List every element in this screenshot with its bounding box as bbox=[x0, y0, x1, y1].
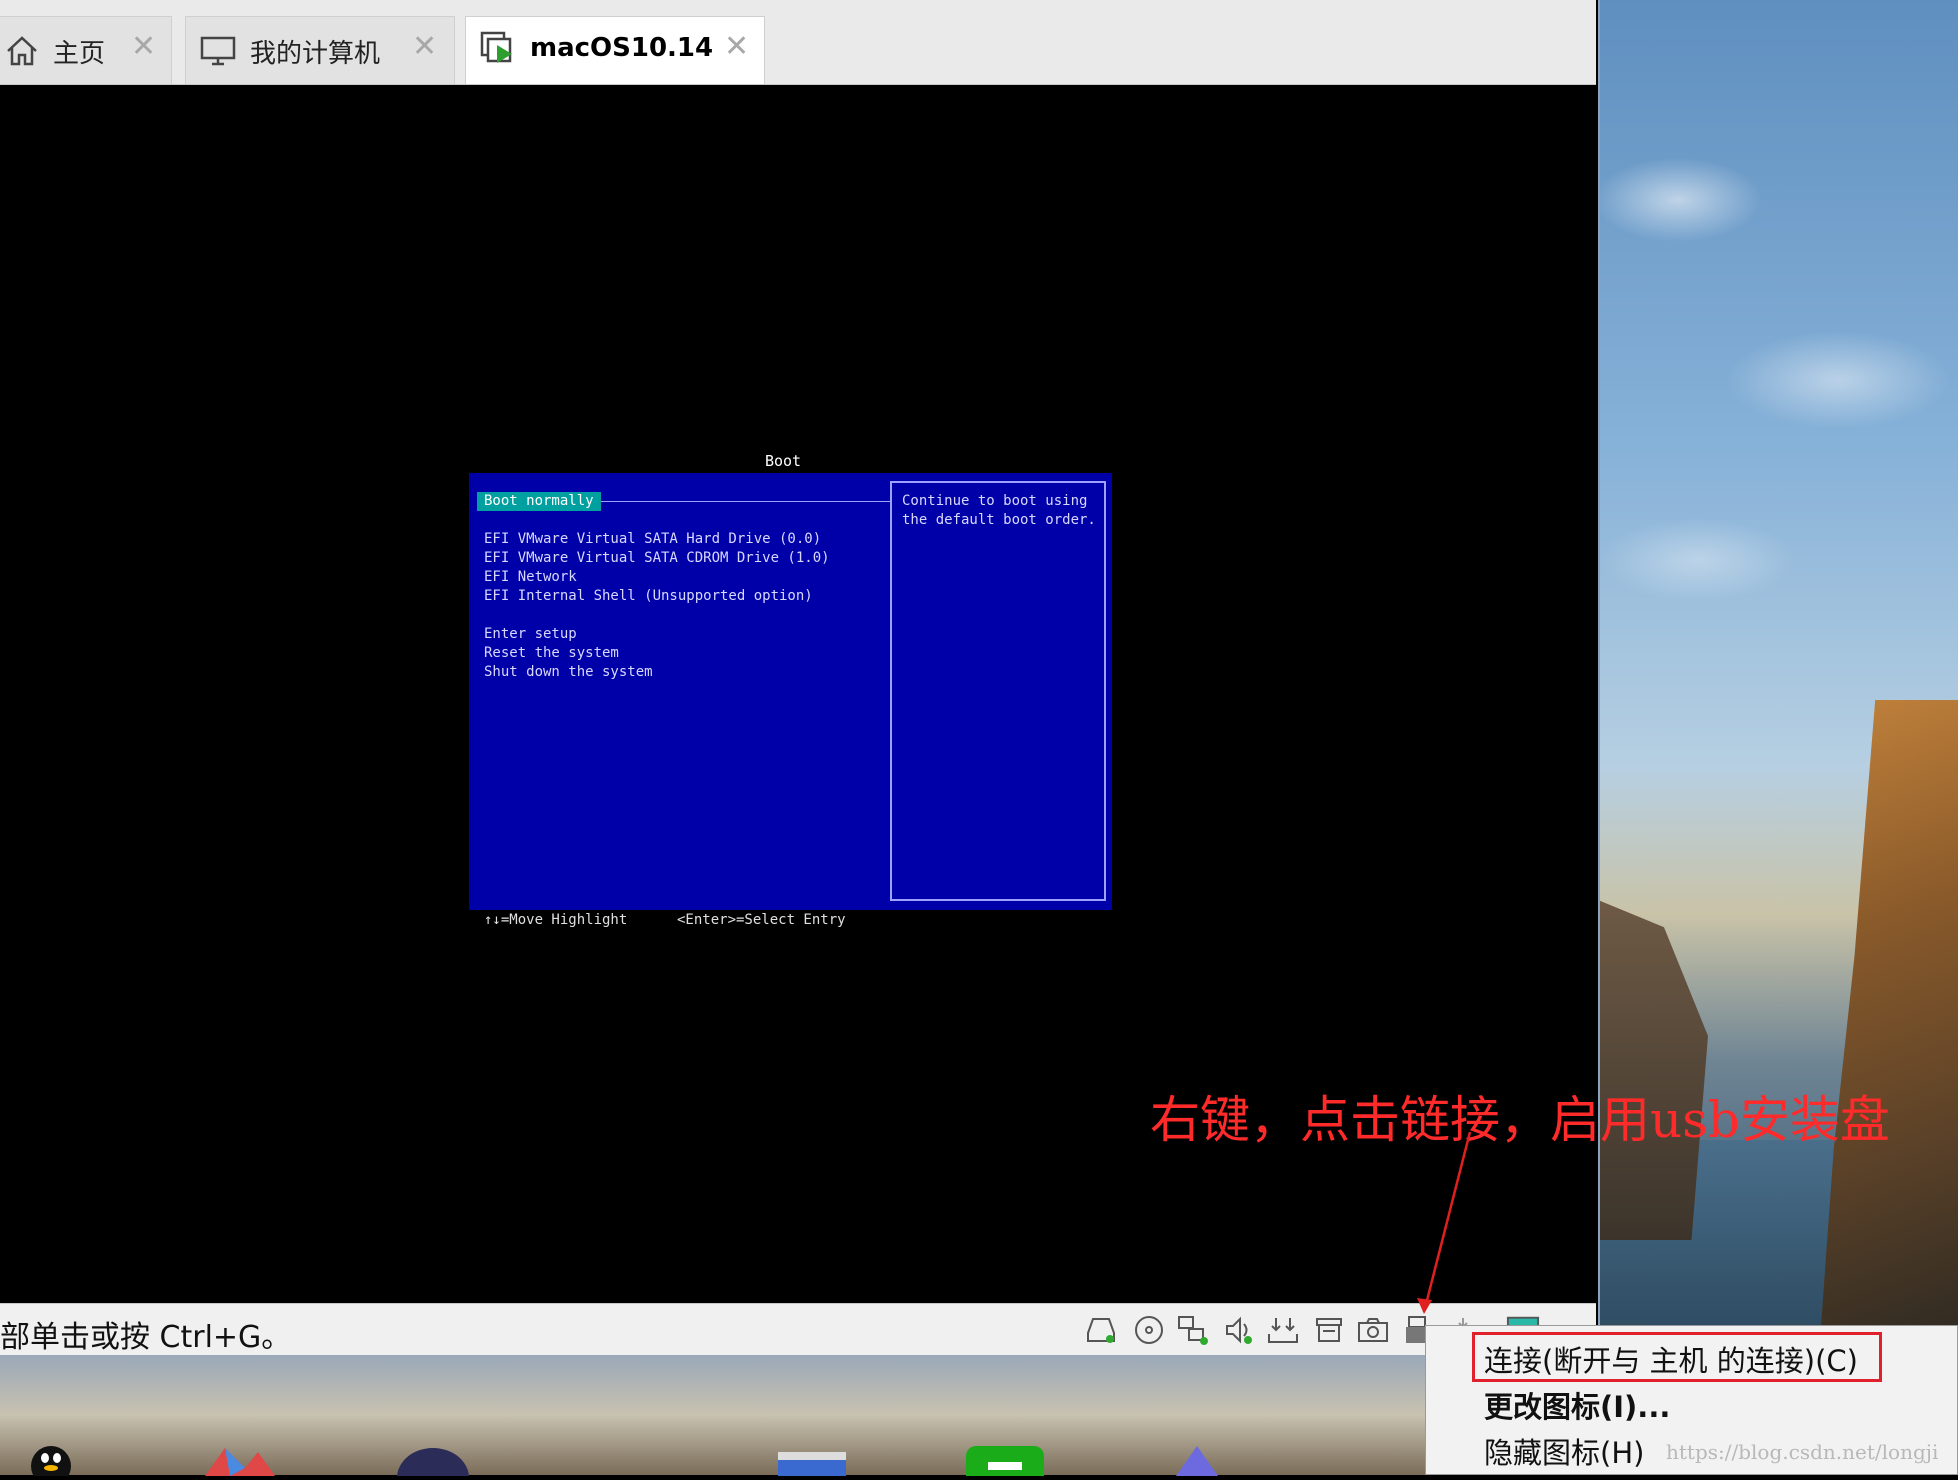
watermark: https://blog.csdn.net/longji bbox=[1666, 1440, 1939, 1464]
menu-item-hide-icon[interactable]: 隐藏图标(H) bbox=[1484, 1430, 1644, 1472]
menu-item-change-icon[interactable]: 更改图标(I)... bbox=[1484, 1384, 1670, 1426]
menu-item-connect[interactable]: 连接(断开与 主机 的连接)(C) bbox=[1484, 1338, 1858, 1380]
annotation-arrow bbox=[1417, 1131, 1472, 1314]
